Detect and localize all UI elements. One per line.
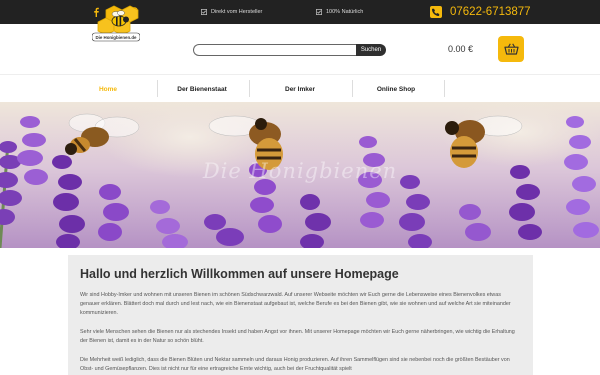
cart-total: 0.00 € xyxy=(448,44,474,54)
main-nav: Home Der Bienenstaat Der Imker Online Sh… xyxy=(0,74,600,102)
intro-paragraph: Wir sind Hobby-Imker und wohnen mit unse… xyxy=(80,292,511,316)
nav-divider xyxy=(157,80,158,97)
usp-direct-label: Direkt vom Hersteller xyxy=(211,9,263,15)
hero-watermark: Die Honigbienen xyxy=(202,159,398,183)
basket-icon xyxy=(503,43,519,55)
welcome-section: Hallo und herzlich Willkommen auf unsere… xyxy=(68,255,533,375)
page-title: Hallo und herzlich Willkommen auf unsere… xyxy=(80,267,399,281)
site-logo[interactable]: Die Honigbienen.de xyxy=(91,4,141,46)
intro-paragraph: Die Mehrheit weiß lediglich, dass die Bi… xyxy=(80,357,510,372)
search-input[interactable] xyxy=(193,44,357,56)
top-bar: Direkt vom Hersteller 100% Natürlich 076… xyxy=(0,0,600,24)
nav-online-shop[interactable]: Online Shop xyxy=(356,75,436,103)
phone-number[interactable]: 07622-6713877 xyxy=(450,6,531,18)
usp-direct: Direkt vom Hersteller xyxy=(201,0,262,24)
usp-natural: 100% Natürlich xyxy=(316,0,363,24)
nav-bienenstaat[interactable]: Der Bienenstaat xyxy=(160,75,244,103)
nav-divider xyxy=(352,80,353,97)
usp-natural-label: 100% Natürlich xyxy=(326,9,364,15)
checkbox-icon xyxy=(316,9,322,15)
nav-imker[interactable]: Der Imker xyxy=(255,75,345,103)
intro-paragraph: Sehr viele Menschen sehen die Bienen nur… xyxy=(80,329,515,344)
checkbox-icon xyxy=(201,9,207,15)
nav-divider xyxy=(249,80,250,97)
nav-divider xyxy=(444,80,445,97)
hero-banner: Die Honigbienen xyxy=(0,102,600,248)
search-button[interactable]: Suchen xyxy=(356,44,386,56)
nav-home[interactable]: Home xyxy=(68,75,148,103)
logo-text: Die Honigbienen.de xyxy=(96,35,138,40)
phone-contact[interactable]: 07622-6713877 xyxy=(430,0,531,24)
phone-icon xyxy=(430,6,442,18)
cart-button[interactable] xyxy=(498,36,524,62)
